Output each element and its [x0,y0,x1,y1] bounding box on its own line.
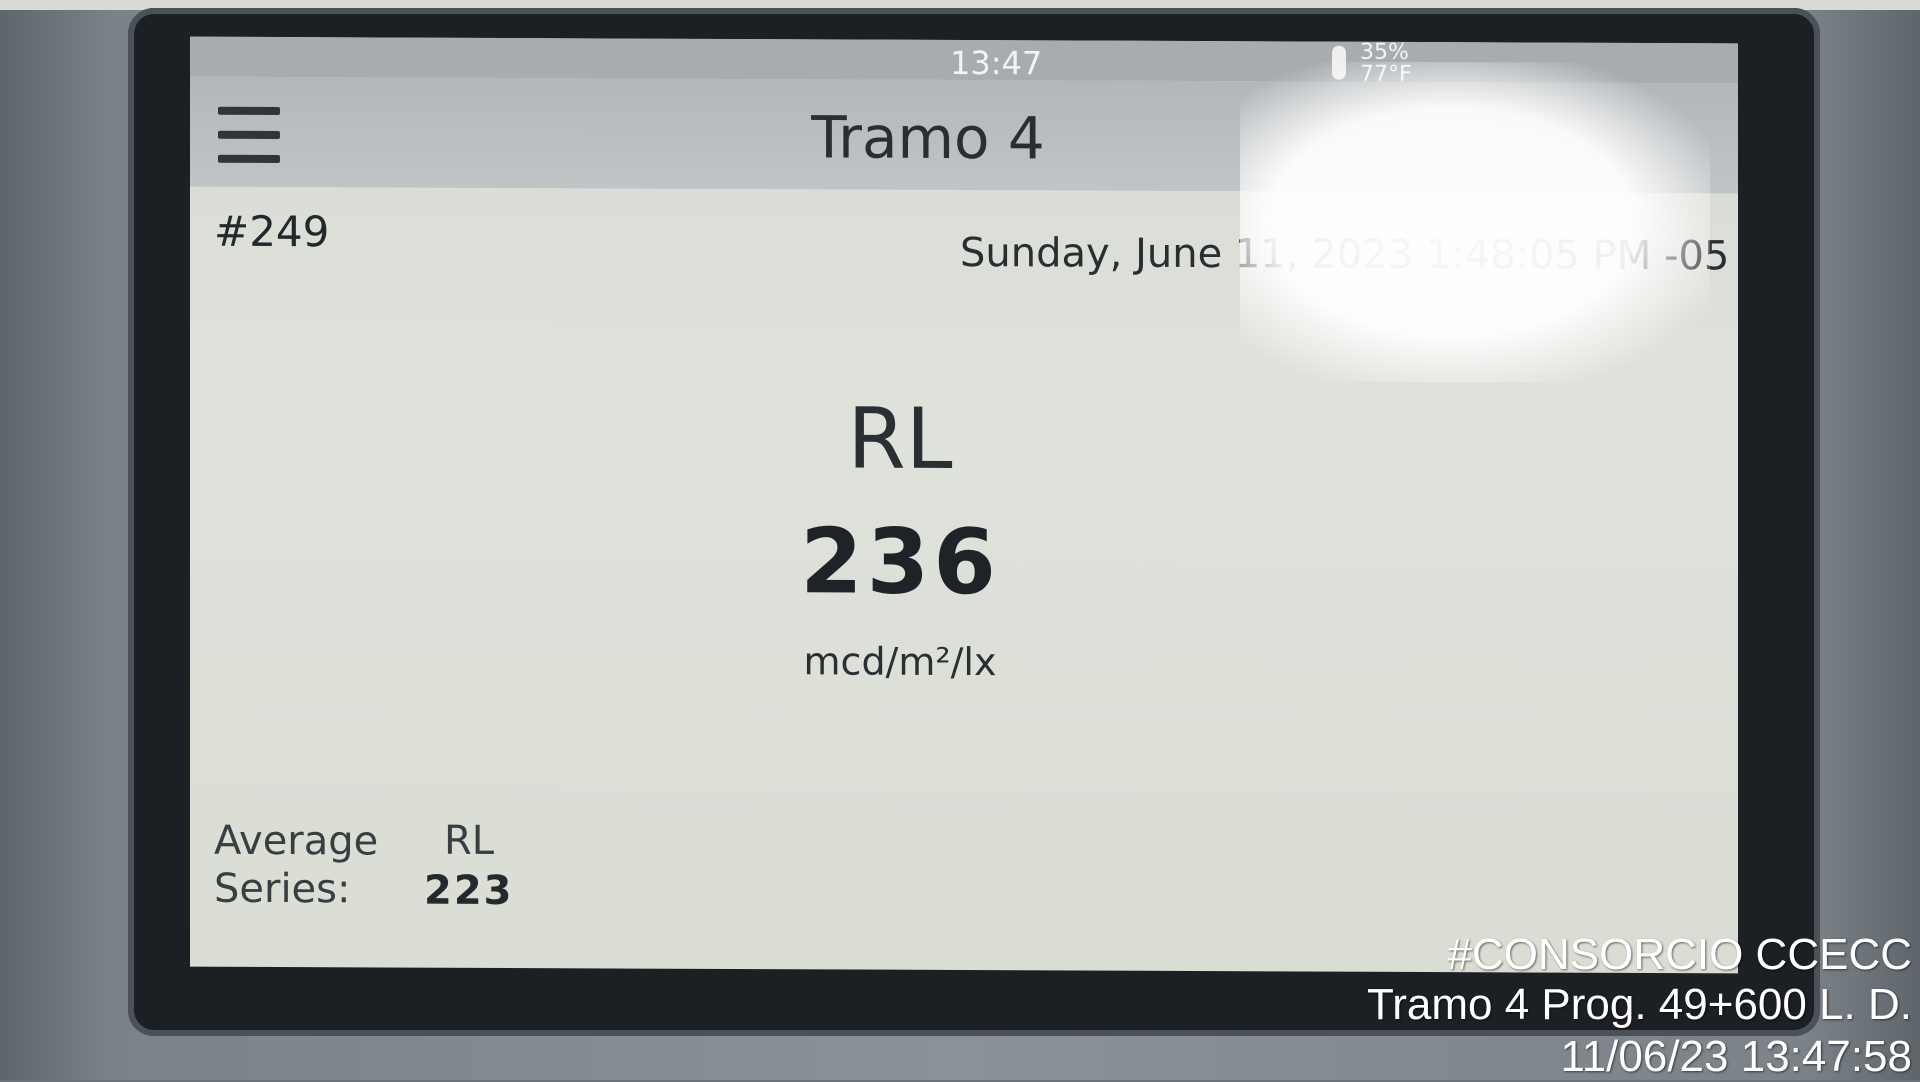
record-number: #249 [214,206,330,257]
average-series-value: 223 [424,867,514,915]
status-time: 13:47 [950,43,1043,83]
humidity-readout: 35% [1360,39,1409,65]
photo-overlay-timestamp: 11/06/23 13:47:58 [1560,1032,1912,1081]
average-label-line2: Series: [214,865,351,913]
metric-label: RL [847,389,953,488]
device-screen: 13:47 35% 77°F Tramo 4 ⌃ #249 Sunday, Ju… [190,36,1738,974]
status-bar: 13:47 35% 77°F [190,36,1738,87]
average-label-line1: Average [214,817,379,865]
photo-overlay-project: #CONSORCIO CCECC [1447,930,1913,979]
metric-unit: mcd/m²/lx [803,639,997,685]
metric-value: 236 [800,509,1000,616]
chevron-up-icon[interactable]: ⌃ [1510,142,1532,170]
thermometer-icon [1332,45,1346,80]
page-title-text: Tramo 4 [811,103,1045,173]
average-series-label: Average Series: [214,817,378,914]
page-title: Tramo 4 [190,101,1738,176]
photo-overlay-location: Tramo 4 Prog. 49+600 L. D. [1367,980,1912,1029]
measurement-datetime: Sunday, June 11, 2023 1:48:05 PM -05 [960,229,1730,280]
average-metric-label: RL [444,817,495,864]
status-environment: 35% 77°F [1360,39,1412,87]
title-bar: Tramo 4 ⌃ [190,76,1738,194]
